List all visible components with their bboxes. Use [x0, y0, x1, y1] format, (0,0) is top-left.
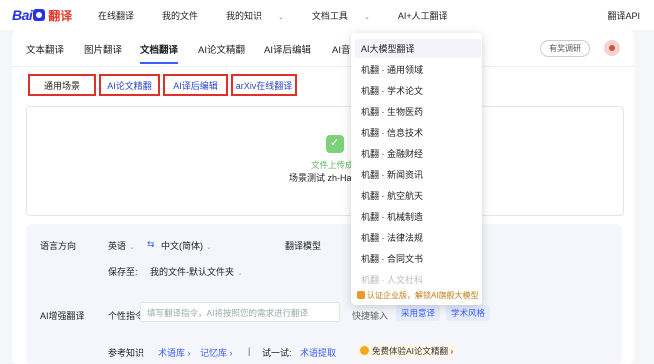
- promo-ai-paper[interactable]: 免费体验AI论文精翻 ›: [356, 344, 458, 358]
- nav-label: 文档工具: [311, 11, 348, 21]
- tab-ai-paper[interactable]: AI论文精翻: [198, 42, 245, 56]
- chevron-down-icon: ⌄: [237, 270, 243, 277]
- model-dropdown-menu: AI大模型翻译 机翻 · 通用领域 机翻 · 学术论文 机翻 · 生物医药 机翻…: [351, 33, 482, 305]
- promo-text: 免费体验AI论文精翻: [372, 346, 449, 356]
- source-lang-value: 英语: [108, 241, 127, 251]
- chip-free-translation[interactable]: 采用意译: [396, 305, 441, 321]
- menu-item-law[interactable]: 机翻 · 法律法规: [361, 231, 423, 244]
- instruction-input[interactable]: 填写翻译指令，AI将按照您的需求进行翻译: [140, 302, 340, 322]
- menu-item-contract[interactable]: 机翻 · 合同文书: [361, 252, 423, 265]
- save-to-label: 保存至:: [108, 267, 138, 277]
- menu-item-humanities[interactable]: 机翻 · 人文社科: [361, 273, 423, 286]
- upload-success-icon: [326, 135, 344, 153]
- save-folder-select[interactable]: 我的文件-默认文件夹 ⌄: [150, 265, 243, 278]
- nav-label: 我的知识: [226, 11, 263, 21]
- nav-label: 我的文件: [162, 11, 199, 21]
- tab-bar: 文本翻译 图片翻译 文档翻译 AI论文精翻 AI译后编辑 AI音 有奖调研: [12, 30, 634, 67]
- divider: |: [248, 346, 251, 356]
- survey-button[interactable]: 有奖调研: [540, 40, 590, 57]
- menu-item-biomed[interactable]: 机翻 · 生物医药: [361, 105, 423, 118]
- chevron-down-icon: ⌄: [206, 244, 212, 251]
- ref-knowledge-label: 参考知识: [108, 348, 145, 358]
- enterprise-upgrade-text: 认证企业版，解锁AI旗舰大模型: [367, 291, 479, 300]
- upload-area[interactable]: 文件上传成功 场景测试 zh-Hans.: [26, 106, 624, 216]
- source-lang-select[interactable]: 英语 ⌄: [108, 239, 135, 252]
- scenario-ai-paper[interactable]: AI论文精翻: [99, 74, 160, 96]
- nav-online-translate[interactable]: 在线翻译: [98, 9, 148, 22]
- menu-item-aerospace[interactable]: 机翻 · 航空航天: [361, 189, 423, 202]
- nav-translate-api[interactable]: 翻译API: [607, 9, 640, 22]
- baidu-translate-logo[interactable]: Bai 翻译: [12, 6, 72, 24]
- model-label: 翻译模型: [285, 241, 322, 251]
- menu-item-finance[interactable]: 机翻 · 金融财经: [361, 147, 423, 160]
- nav-ai-human[interactable]: AI+人工翻译: [398, 9, 462, 22]
- tab-ai-audio[interactable]: AI音: [332, 42, 350, 56]
- badge-icon: [357, 291, 365, 299]
- avatar[interactable]: [604, 40, 620, 56]
- menu-item-academic[interactable]: 机翻 · 学术论文: [361, 84, 423, 97]
- nav-my-files[interactable]: 我的文件: [162, 9, 212, 22]
- chevron-down-icon: ⌄: [278, 14, 284, 21]
- tab-image-translate[interactable]: 图片翻译: [84, 42, 122, 56]
- nav-label: 在线翻译: [98, 11, 135, 21]
- chevron-down-icon: ⌄: [363, 14, 370, 21]
- spark-icon: [360, 346, 369, 355]
- active-tab-indicator: [140, 62, 178, 64]
- menu-item-general[interactable]: 机翻 · 通用领域: [361, 63, 423, 76]
- nav-my-knowledge[interactable]: 我的知识 ⌄: [226, 9, 298, 22]
- top-bar: Bai 翻译 在线翻译 我的文件 我的知识 ⌄ 文档工具 ⌄ AI+人工翻译 翻译A…: [0, 0, 654, 30]
- term-extract-link[interactable]: 术语提取: [300, 346, 336, 359]
- chip-academic-style[interactable]: 学术风格: [446, 305, 491, 321]
- lang-direction-label: 语言方向: [40, 241, 77, 251]
- logo-fanyi: 翻译: [48, 8, 73, 23]
- memory-base-link[interactable]: 记忆库 ›: [200, 346, 233, 359]
- save-folder-value: 我的文件-默认文件夹: [150, 267, 234, 277]
- term-base-text: 术语库: [158, 348, 186, 358]
- main-nav: 在线翻译 我的文件 我的知识 ⌄ 文档工具 ⌄ AI+人工翻译: [98, 9, 476, 22]
- scenario-arxiv[interactable]: arXiv在线翻译: [231, 74, 297, 96]
- target-lang-select[interactable]: 中文(简体) ⌄: [161, 239, 212, 252]
- scenario-ai-postedit[interactable]: AI译后编辑: [163, 74, 228, 96]
- term-base-link[interactable]: 术语库 ›: [158, 346, 191, 359]
- chevron-down-icon: ⌄: [129, 244, 135, 251]
- quick-input-label: 快捷输入: [352, 311, 389, 321]
- ai-enhance-label: AI增强翻译: [40, 311, 85, 321]
- paw-icon: [33, 9, 46, 21]
- menu-item-it[interactable]: 机翻 · 信息技术: [361, 126, 423, 139]
- memory-base-text: 记忆库: [200, 348, 228, 358]
- tab-ai-postedit[interactable]: AI译后编辑: [264, 42, 311, 56]
- custom-instr-label: 个性指令: [108, 311, 145, 321]
- scenario-general[interactable]: 通用场景: [28, 74, 96, 96]
- tab-text-translate[interactable]: 文本翻译: [26, 42, 64, 56]
- nav-label: AI+人工翻译: [397, 11, 448, 21]
- swap-lang-icon[interactable]: ⇆: [147, 239, 155, 250]
- menu-item-ai-model[interactable]: AI大模型翻译: [355, 39, 481, 58]
- enterprise-upgrade-link[interactable]: 认证企业版，解锁AI旗舰大模型: [357, 290, 479, 301]
- menu-item-machinery[interactable]: 机翻 · 机械制造: [361, 210, 423, 223]
- logo-bai: Bai: [12, 7, 33, 23]
- target-lang-value: 中文(简体): [161, 241, 203, 251]
- tab-doc-translate[interactable]: 文档翻译: [140, 42, 178, 56]
- nav-doc-tools[interactable]: 文档工具 ⌄: [312, 9, 384, 22]
- menu-item-news[interactable]: 机翻 · 新闻资讯: [361, 168, 423, 181]
- try-label: 试一试:: [262, 348, 292, 358]
